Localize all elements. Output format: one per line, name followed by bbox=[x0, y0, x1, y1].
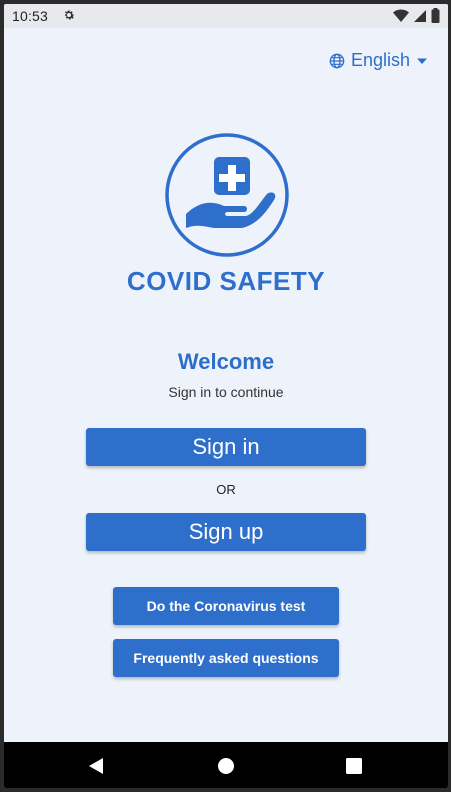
language-selector[interactable]: English bbox=[329, 50, 428, 71]
dropdown-arrow-icon bbox=[417, 58, 427, 64]
battery-icon bbox=[431, 8, 440, 23]
brand-name: COVID SAFETY bbox=[126, 266, 326, 296]
or-separator: OR bbox=[216, 482, 236, 497]
coronavirus-test-button[interactable]: Do the Coronavirus test bbox=[113, 587, 339, 625]
wifi-icon bbox=[393, 9, 409, 22]
navigation-bar bbox=[4, 742, 448, 788]
sign-in-button[interactable]: Sign in bbox=[86, 428, 366, 466]
home-icon[interactable] bbox=[218, 758, 234, 779]
gear-icon bbox=[62, 8, 76, 25]
signal-icon bbox=[414, 9, 426, 22]
faq-button[interactable]: Frequently asked questions bbox=[113, 639, 339, 677]
sign-up-button[interactable]: Sign up bbox=[86, 513, 366, 551]
app-screen: 10:53 English COVID SAFETY Welcome Sign … bbox=[4, 4, 448, 788]
language-label: English bbox=[350, 50, 410, 70]
status-bar: 10:53 bbox=[4, 4, 448, 28]
status-icons bbox=[393, 8, 440, 23]
welcome-subtitle: Sign in to continue bbox=[168, 384, 284, 400]
globe-icon bbox=[329, 53, 345, 68]
welcome-title: Welcome bbox=[177, 349, 275, 374]
back-icon[interactable] bbox=[88, 757, 104, 780]
hand-holding-medical-cross-icon bbox=[164, 132, 290, 258]
status-time: 10:53 bbox=[12, 8, 49, 24]
recent-apps-icon[interactable] bbox=[346, 758, 362, 779]
